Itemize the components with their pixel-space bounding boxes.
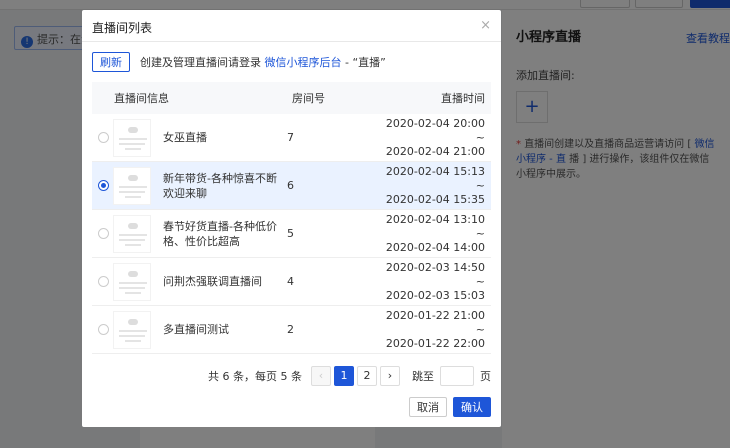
live-room-list-dialog: 直播间列表 × 刷新 创建及管理直播间请登录 微信小程序后台 - “直播” 直播… — [82, 10, 501, 427]
live-time: 2020-02-03 14:50 ~2020-02-03 15:03 — [377, 261, 491, 303]
cover-thumbnail — [113, 118, 151, 157]
table-row[interactable]: 多直播间测试 2 2020-01-22 21:00 ~2020-01-22 22:0… — [92, 306, 491, 354]
table-row[interactable]: 新年带货-各种惊喜不断欢迎来聊 6 2020-02-04 15:13 ~2020-0… — [92, 162, 491, 210]
live-time: 2020-02-04 13:10 ~2020-02-04 14:00 — [377, 213, 491, 255]
row-radio[interactable] — [98, 276, 109, 287]
column-header-info: 直播间信息 — [114, 92, 169, 105]
table-row[interactable]: 女巫直播 7 2020-02-04 20:00 ~2020-02-04 21:00 — [92, 114, 491, 162]
table-row[interactable]: 问荆杰强联调直播间 4 2020-02-03 14:50 ~2020-02-03 1… — [92, 258, 491, 306]
page-button-1[interactable]: 1 — [334, 366, 354, 386]
jump-unit: 页 — [480, 370, 491, 383]
row-radio[interactable] — [98, 180, 109, 191]
room-number: 6 — [287, 179, 294, 192]
cover-thumbnail — [113, 310, 151, 349]
column-header-time: 直播时间 — [441, 92, 485, 105]
live-time-end: 2020-01-22 22:00 — [385, 336, 485, 350]
room-name: 问荆杰强联调直播间 — [163, 275, 262, 288]
room-name: 女巫直播 — [163, 131, 207, 144]
live-time-end: 2020-02-04 21:00 — [385, 144, 485, 158]
room-name: 春节好货直播-各种低价格、性价比超高 — [163, 219, 277, 248]
live-time-start: 2020-02-03 14:50 ~ — [385, 260, 485, 288]
table-body: 女巫直播 7 2020-02-04 20:00 ~2020-02-04 21:00 新… — [92, 114, 491, 354]
cover-thumbnail — [113, 262, 151, 301]
row-radio[interactable] — [98, 228, 109, 239]
room-number: 5 — [287, 227, 294, 240]
next-page-icon[interactable]: › — [380, 366, 400, 386]
column-header-room: 房间号 — [292, 92, 325, 105]
live-time-end: 2020-02-04 14:00 — [385, 240, 485, 254]
room-name: 新年带货-各种惊喜不断欢迎来聊 — [163, 171, 277, 200]
row-radio[interactable] — [98, 132, 109, 143]
refresh-button[interactable]: 刷新 — [92, 52, 130, 72]
jump-page-input[interactable] — [440, 366, 474, 386]
live-time-start: 2020-01-22 21:00 ~ — [385, 308, 485, 336]
pagination-total: 共 6 条，每页 5 条 — [208, 370, 302, 383]
live-time-end: 2020-02-03 15:03 — [385, 288, 485, 302]
jump-label: 跳至 — [412, 370, 434, 383]
live-time: 2020-02-04 20:00 ~2020-02-04 21:00 — [377, 117, 491, 159]
close-icon[interactable]: × — [480, 18, 491, 33]
live-time-end: 2020-02-04 15:35 — [385, 192, 485, 206]
live-time: 2020-02-04 15:13 ~2020-02-04 15:35 — [377, 165, 491, 207]
room-number: 7 — [287, 131, 294, 144]
live-room-table: 直播间信息 房间号 直播时间 女巫直播 7 2020-02-04 20:00 ~20… — [92, 82, 491, 354]
page-button-2[interactable]: 2 — [357, 366, 377, 386]
room-number: 2 — [287, 323, 294, 336]
table-header: 直播间信息 房间号 直播时间 — [92, 82, 491, 114]
live-time: 2020-01-22 21:00 ~2020-01-22 22:00 — [377, 309, 491, 351]
cover-thumbnail — [113, 166, 151, 205]
prev-page-icon[interactable]: ‹ — [311, 366, 331, 386]
live-time-start: 2020-02-04 20:00 ~ — [385, 116, 485, 144]
dialog-header: 直播间列表 × — [82, 10, 501, 42]
row-radio[interactable] — [98, 324, 109, 335]
toolbar: 刷新 创建及管理直播间请登录 微信小程序后台 - “直播” — [92, 52, 386, 72]
dialog-footer: 取消 确认 — [409, 397, 491, 417]
hint-text: 创建及管理直播间请登录 — [140, 56, 261, 69]
live-time-start: 2020-02-04 13:10 ~ — [385, 212, 485, 240]
management-hint: 创建及管理直播间请登录 微信小程序后台 - “直播” — [140, 54, 386, 70]
room-name: 多直播间测试 — [163, 323, 229, 336]
pagination: 共 6 条，每页 5 条 ‹ 1 2 › 跳至 页 — [208, 366, 491, 386]
dialog-title: 直播间列表 — [92, 21, 153, 35]
room-number: 4 — [287, 275, 294, 288]
hint-suffix: - “直播” — [341, 56, 386, 69]
live-time-start: 2020-02-04 15:13 ~ — [385, 164, 485, 192]
cover-thumbnail — [113, 214, 151, 253]
table-row[interactable]: 春节好货直播-各种低价格、性价比超高 5 2020-02-04 13:10 ~202… — [92, 210, 491, 258]
confirm-button[interactable]: 确认 — [453, 397, 491, 417]
cancel-button[interactable]: 取消 — [409, 397, 447, 417]
mini-program-backend-link[interactable]: 微信小程序后台 — [265, 56, 342, 69]
